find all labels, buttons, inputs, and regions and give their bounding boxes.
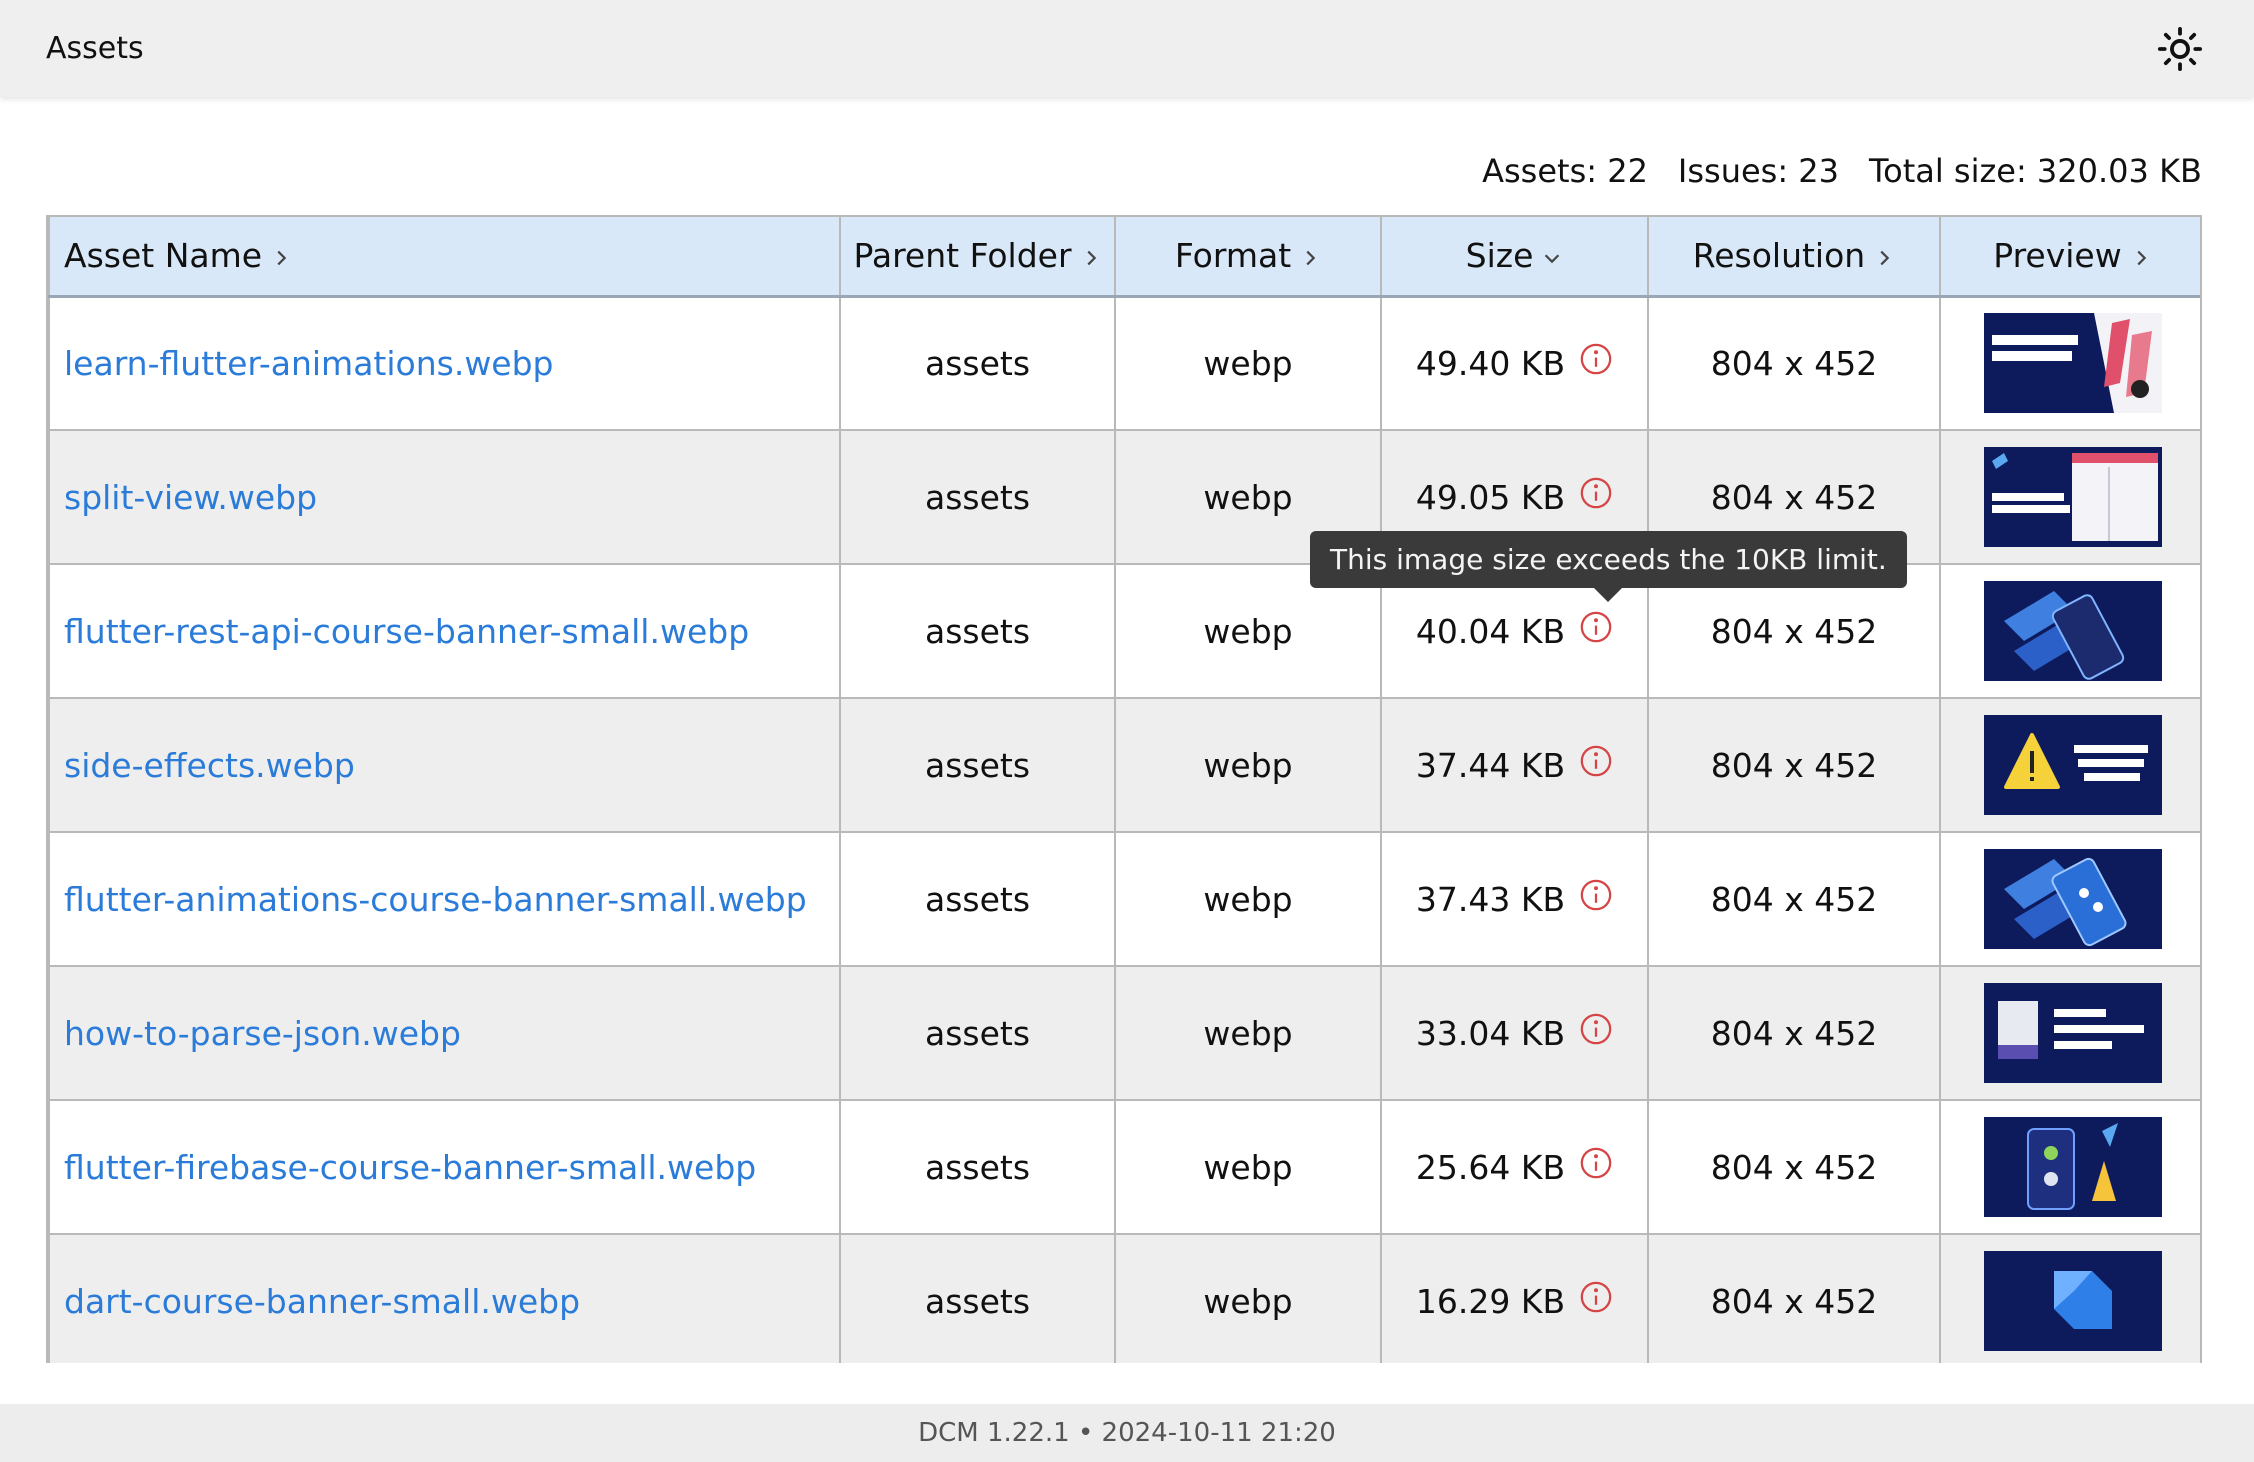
column-header-resolution[interactable]: Resolution bbox=[1647, 215, 1941, 298]
warning-info-icon[interactable] bbox=[1579, 1280, 1613, 1314]
parent-folder-cell: assets bbox=[839, 697, 1116, 833]
issues-count: Issues: 23 bbox=[1677, 152, 1840, 190]
asset-name-link[interactable]: side-effects.webp bbox=[64, 746, 355, 785]
size-value: 49.40 KB bbox=[1415, 343, 1566, 383]
asset-name-link[interactable]: flutter-firebase-course-banner-small.web… bbox=[64, 1148, 756, 1187]
warning-info-icon[interactable] bbox=[1579, 610, 1613, 644]
resolution-cell: 804 x 452 bbox=[1647, 1099, 1941, 1235]
parent-folder-cell: assets bbox=[839, 831, 1116, 967]
theme-toggle-button[interactable] bbox=[2152, 21, 2208, 77]
asset-name-link[interactable]: flutter-rest-api-course-banner-small.web… bbox=[64, 612, 749, 651]
asset-name-link[interactable]: split-view.webp bbox=[64, 478, 317, 517]
size-value: 25.64 KB bbox=[1415, 1147, 1566, 1187]
chevron-right-icon bbox=[1880, 250, 1890, 265]
format-cell: webp bbox=[1114, 965, 1382, 1101]
table-row: learn-flutter-animations.webp assets web… bbox=[48, 295, 2200, 431]
table-row: dart-course-banner-small.webp assets web… bbox=[48, 1233, 2200, 1363]
parent-folder-cell: assets bbox=[839, 1233, 1116, 1363]
preview-thumbnail[interactable] bbox=[1983, 581, 2162, 681]
warning-info-icon[interactable] bbox=[1579, 1146, 1613, 1180]
asset-name-link[interactable]: how-to-parse-json.webp bbox=[64, 1014, 461, 1053]
format-cell: webp bbox=[1114, 295, 1382, 431]
page-title: Assets bbox=[46, 31, 144, 66]
warning-info-icon[interactable] bbox=[1579, 476, 1613, 510]
size-limit-tooltip: This image size exceeds the 10KB limit. bbox=[1310, 531, 1907, 602]
warning-info-icon[interactable] bbox=[1579, 342, 1613, 376]
table-row: flutter-firebase-course-banner-small.web… bbox=[48, 1099, 2200, 1235]
table-header-row: Asset Name Parent Folder Format Size Res… bbox=[48, 215, 2200, 298]
warning-info-icon[interactable] bbox=[1579, 1012, 1613, 1046]
column-header-parent-folder[interactable]: Parent Folder bbox=[839, 215, 1116, 298]
footer-version: DCM 1.22.1 • 2024-10-11 21:20 bbox=[0, 1404, 2254, 1462]
format-cell: webp bbox=[1114, 697, 1382, 833]
resolution-cell: 804 x 452 bbox=[1647, 831, 1941, 967]
resolution-cell: 804 x 452 bbox=[1647, 697, 1941, 833]
parent-folder-cell: assets bbox=[839, 295, 1116, 431]
column-header-preview[interactable]: Preview bbox=[1939, 215, 2200, 298]
size-value: 37.43 KB bbox=[1415, 879, 1566, 919]
preview-thumbnail[interactable] bbox=[1983, 1251, 2162, 1351]
assets-table-container[interactable]: Asset Name Parent Folder Format Size Res… bbox=[46, 215, 2202, 1363]
assets-count: Assets: 22 bbox=[1482, 152, 1648, 190]
parent-folder-cell: assets bbox=[839, 1099, 1116, 1235]
parent-folder-cell: assets bbox=[839, 563, 1116, 699]
asset-name-link[interactable]: dart-course-banner-small.webp bbox=[64, 1282, 580, 1321]
resolution-cell: 804 x 452 bbox=[1647, 1233, 1941, 1363]
column-header-asset-name[interactable]: Asset Name bbox=[48, 215, 841, 298]
total-size: Total size: 320.03 KB bbox=[1869, 152, 2202, 190]
size-value: 49.05 KB bbox=[1415, 477, 1566, 517]
chevron-right-icon bbox=[1306, 250, 1316, 265]
chevron-right-icon bbox=[2137, 250, 2146, 265]
size-value: 16.29 KB bbox=[1415, 1281, 1566, 1321]
asset-name-link[interactable]: learn-flutter-animations.webp bbox=[64, 344, 554, 383]
format-cell: webp bbox=[1114, 1233, 1382, 1363]
resolution-cell: 804 x 452 bbox=[1647, 965, 1941, 1101]
warning-info-icon[interactable] bbox=[1579, 878, 1613, 912]
column-header-size[interactable]: Size bbox=[1380, 215, 1649, 298]
preview-thumbnail[interactable] bbox=[1983, 1117, 2162, 1217]
size-value: 33.04 KB bbox=[1415, 1013, 1566, 1053]
chevron-down-icon bbox=[1545, 254, 1560, 263]
parent-folder-cell: assets bbox=[839, 965, 1116, 1101]
resolution-cell: 804 x 452 bbox=[1647, 295, 1941, 431]
format-cell: webp bbox=[1114, 1099, 1382, 1235]
chevron-right-icon bbox=[277, 250, 287, 265]
asset-name-link[interactable]: flutter-animations-course-banner-small.w… bbox=[64, 880, 807, 919]
sun-icon bbox=[2157, 26, 2203, 71]
table-row: how-to-parse-json.webp assets webp 33.04… bbox=[48, 965, 2200, 1101]
assets-summary: Assets: 22 Issues: 23 Total size: 320.03… bbox=[1482, 152, 2202, 190]
column-header-format[interactable]: Format bbox=[1114, 215, 1382, 298]
size-value: 40.04 KB bbox=[1415, 611, 1566, 651]
preview-thumbnail[interactable] bbox=[1983, 983, 2162, 1083]
preview-thumbnail[interactable] bbox=[1983, 715, 2162, 815]
preview-thumbnail[interactable] bbox=[1983, 313, 2162, 414]
format-cell: webp bbox=[1114, 831, 1382, 967]
preview-thumbnail[interactable] bbox=[1983, 447, 2162, 547]
table-row: flutter-animations-course-banner-small.w… bbox=[48, 831, 2200, 967]
app-header: Assets bbox=[0, 0, 2254, 97]
parent-folder-cell: assets bbox=[839, 429, 1116, 565]
size-value: 37.44 KB bbox=[1415, 745, 1566, 785]
warning-info-icon[interactable] bbox=[1579, 744, 1613, 778]
preview-thumbnail[interactable] bbox=[1983, 849, 2162, 949]
assets-table: Asset Name Parent Folder Format Size Res… bbox=[48, 215, 2200, 1363]
chevron-right-icon bbox=[1087, 250, 1096, 265]
table-row: side-effects.webp assets webp 37.44 KB 8… bbox=[48, 697, 2200, 833]
